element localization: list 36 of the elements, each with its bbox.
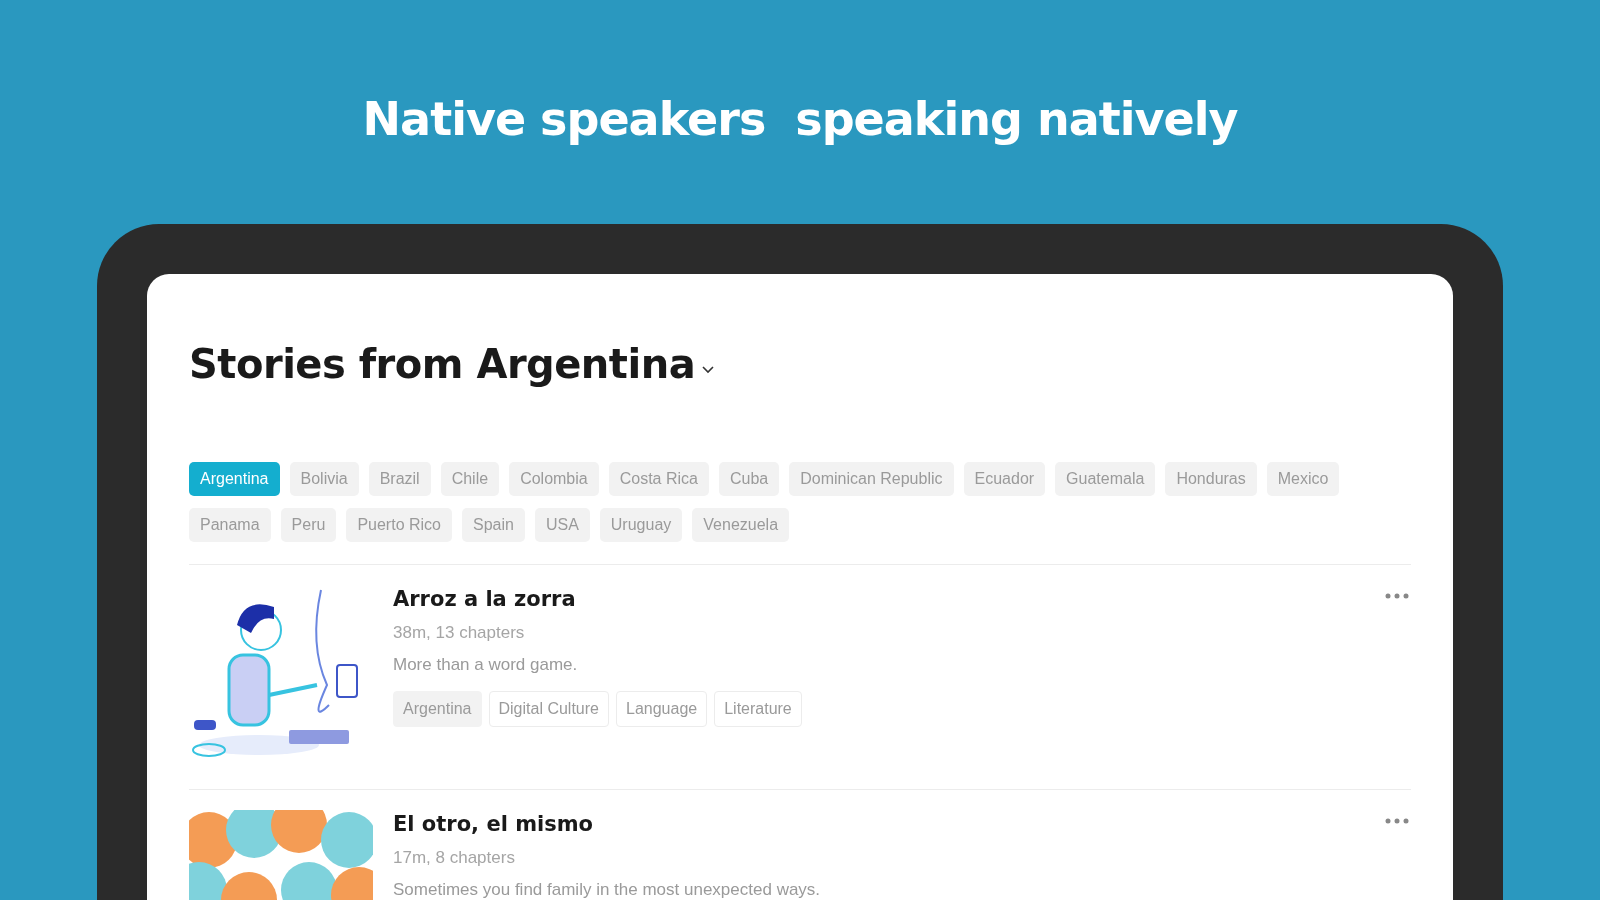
country-chip[interactable]: Dominican Republic [789,462,954,496]
story-description: Sometimes you find family in the most unexpected ways. [393,879,821,900]
country-chip[interactable]: Panama [189,508,271,542]
country-chip[interactable]: Honduras [1165,462,1257,496]
country-chip[interactable]: Brazil [368,462,431,496]
country-chip[interactable]: Uruguay [599,508,683,542]
country-chip[interactable]: Costa Rica [608,462,709,496]
country-chip[interactable]: Guatemala [1055,462,1156,496]
topic-tag[interactable]: Argentina [393,691,482,727]
headline: Native speakers speaking natively [362,91,1238,148]
country-chip[interactable]: Mexico [1266,462,1340,496]
country-chip[interactable]: Chile [440,462,500,496]
page-title: Stories from Argentina [189,341,696,387]
country-chip[interactable]: Argentina [189,462,280,496]
country-chip[interactable]: Ecuador [963,462,1046,496]
more-button[interactable] [1383,816,1411,826]
story-title[interactable]: El otro, el mismo [393,812,594,842]
country-chip[interactable]: Bolivia [289,462,359,496]
country-chip[interactable]: Peru [280,508,337,542]
story-meta: 17m, 8 chapters [393,847,515,869]
country-chip[interactable]: Cuba [718,462,780,496]
topic-tag[interactable]: Language [616,691,708,727]
story-description: More than a word game. [393,654,578,676]
more-icon [1385,593,1409,599]
more-icon [1385,818,1409,824]
country-chip[interactable]: Venezuela [692,508,790,542]
more-button[interactable] [1383,591,1411,601]
story-meta: 38m, 13 chapters [393,622,525,644]
country-chip[interactable]: USA [534,508,590,542]
story-title[interactable]: Arroz a la zorra [393,587,576,617]
country-chip[interactable]: Spain [462,508,525,542]
country-chip[interactable]: Colombia [509,462,599,496]
topic-tag[interactable]: Digital Culture [488,691,609,727]
chevron-down-icon[interactable] [701,365,716,375]
topic-tag[interactable]: Literature [714,691,802,727]
country-chip[interactable]: Puerto Rico [346,508,452,542]
